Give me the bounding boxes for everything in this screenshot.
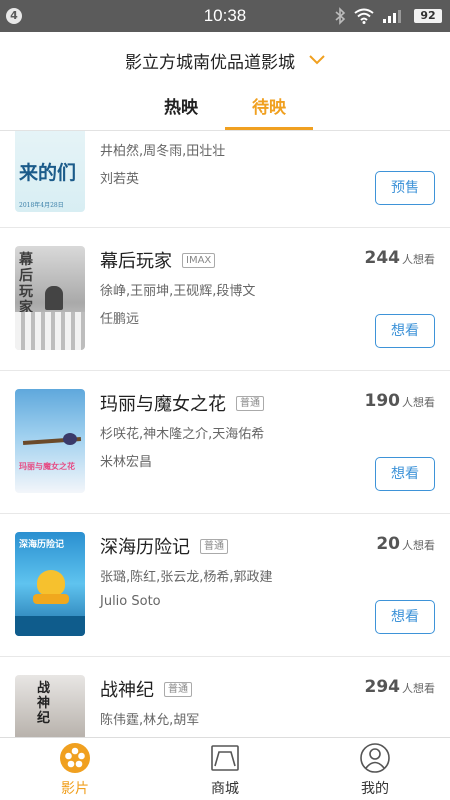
movie-director: 任鹏远 [100, 312, 140, 327]
wifi-icon [354, 8, 374, 24]
nav-movies[interactable]: 影片 [0, 738, 150, 800]
nav-store-label: 商城 [211, 781, 239, 797]
want-label: 人想看 [402, 682, 435, 695]
list-item[interactable]: 玛丽与魔女之花 玛丽与魔女之花 普通 190 人想看 杉咲花,神木隆之介,天海佑… [0, 370, 450, 514]
poster-title: 战神纪 [37, 681, 51, 726]
list-item[interactable]: 来的们 2018年4月28日 井柏然,周冬雨,田壮壮 刘若英 预售 [0, 131, 450, 228]
poster-title: 玛丽与魔女之花 [19, 461, 75, 471]
poster-date: 2018年4月28日 [19, 202, 64, 209]
format-badge: 普通 [164, 681, 192, 697]
signal-icon [383, 10, 401, 23]
nav-profile-label: 我的 [361, 781, 389, 797]
want-number: 244 [364, 248, 401, 268]
status-bar: 4 10:38 92 [0, 0, 450, 32]
app-screen: 4 10:38 92 影立方城南优品道影城 热映 待映 来的们 2018年4月2… [0, 0, 450, 800]
movie-poster: 深海历险记 [15, 532, 85, 636]
movie-poster: 来的们 2018年4月28日 [15, 131, 85, 212]
tab-coming-soon[interactable]: 待映 [225, 88, 313, 130]
cinema-selector[interactable]: 影立方城南优品道影城 [0, 32, 450, 88]
presale-button[interactable]: 预售 [375, 171, 435, 205]
want-to-see-button[interactable]: 想看 [375, 314, 435, 348]
bluetooth-icon [335, 7, 346, 25]
movie-title: 战神纪 [100, 680, 154, 701]
film-reel-icon [60, 743, 90, 773]
want-label: 人想看 [402, 396, 435, 409]
format-badge: 普通 [200, 538, 228, 554]
profile-icon [360, 743, 390, 773]
movie-cast: 杉咲花,神木隆之介,天海佑希 [100, 427, 265, 442]
movie-cast: 张璐,陈红,张云龙,杨希,郭政建 [100, 570, 273, 585]
want-to-see-button[interactable]: 想看 [375, 600, 435, 634]
movie-title: 深海历险记 [100, 537, 190, 558]
list-item[interactable]: 深海历险记 深海历险记 普通 20 人想看 张璐,陈红,张云龙,杨希,郭政建 J… [0, 513, 450, 657]
tab-now-showing[interactable]: 热映 [137, 88, 225, 130]
movie-title-line: 深海历险记 普通 [100, 533, 228, 559]
movie-director: 米林宏昌 [100, 455, 153, 470]
movie-director: 刘若英 [100, 172, 140, 187]
movie-poster: 幕后玩家 [15, 246, 85, 350]
nav-movies-label: 影片 [61, 781, 89, 797]
active-tab-indicator [225, 127, 313, 130]
nav-store[interactable]: 商城 [150, 738, 300, 800]
want-count: 20 人想看 [376, 534, 435, 554]
bottom-nav: 影片 商城 我的 [0, 737, 450, 800]
poster-title: 深海历险记 [19, 540, 65, 550]
want-number: 20 [376, 534, 400, 554]
movie-director: Julio Soto [100, 594, 161, 609]
format-badge: IMAX [182, 252, 216, 268]
want-number: 294 [364, 677, 401, 697]
movie-cast: 井柏然,周冬雨,田壮壮 [100, 144, 226, 159]
movie-list[interactable]: 来的们 2018年4月28日 井柏然,周冬雨,田壮壮 刘若英 预售 幕后玩家 幕… [0, 131, 450, 737]
want-number: 190 [364, 391, 401, 411]
poster-title: 来的们 [19, 162, 77, 184]
want-to-see-button[interactable]: 想看 [375, 457, 435, 491]
want-label: 人想看 [402, 253, 435, 266]
movie-title-line: 战神纪 普通 [100, 676, 192, 702]
movie-title-line: 幕后玩家 IMAX [100, 247, 216, 273]
want-label: 人想看 [402, 539, 435, 552]
movie-cast: 陈伟霆,林允,胡军 [100, 713, 200, 728]
store-icon [211, 745, 239, 771]
movie-cast: 徐峥,王丽坤,王砚辉,段博文 [100, 284, 256, 299]
movie-poster: 玛丽与魔女之花 [15, 389, 85, 493]
cinema-name: 影立方城南优品道影城 [125, 52, 295, 73]
movie-title: 玛丽与魔女之花 [100, 394, 226, 415]
list-item[interactable]: 战神纪 战神纪 普通 294 人想看 陈伟霆,林允,胡军 [0, 656, 450, 737]
chevron-down-icon [309, 55, 325, 65]
want-count: 190 人想看 [365, 391, 436, 411]
list-item[interactable]: 幕后玩家 幕后玩家 IMAX 244 人想看 徐峥,王丽坤,王砚辉,段博文 任鹏… [0, 227, 450, 371]
nav-profile[interactable]: 我的 [300, 738, 450, 800]
movie-tabs: 热映 待映 [0, 88, 450, 131]
movie-title: 幕后玩家 [100, 251, 172, 272]
want-count: 244 人想看 [365, 248, 436, 268]
battery-icon: 92 [414, 9, 442, 23]
want-count: 294 人想看 [365, 677, 436, 697]
format-badge: 普通 [236, 395, 264, 411]
poster-title: 幕后玩家 [19, 252, 33, 316]
movie-poster: 战神纪 [15, 675, 85, 737]
status-icons: 92 [334, 7, 442, 25]
movie-title-line: 玛丽与魔女之花 普通 [100, 390, 264, 416]
